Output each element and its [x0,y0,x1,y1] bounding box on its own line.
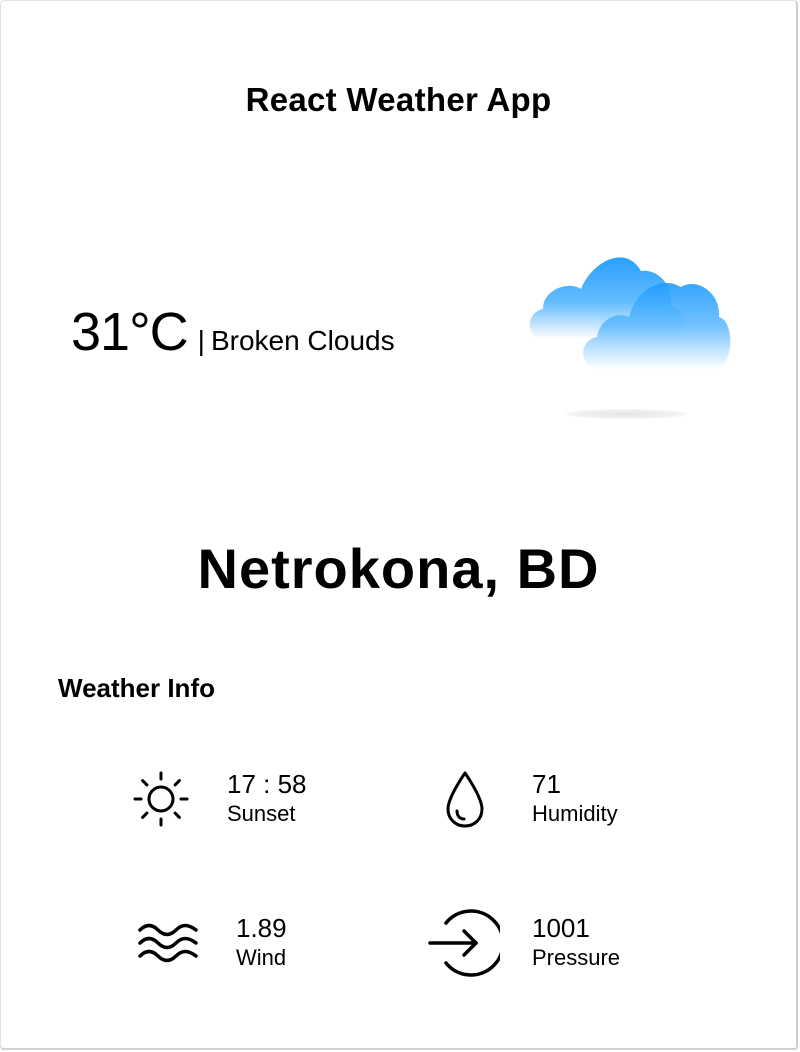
wind-waves-icon [136,911,200,975]
pressure-value: 1001 [532,913,590,943]
weather-card: React Weather App 31°C | Broken Clouds N… [0,0,798,1050]
sun-icon [129,767,193,831]
humidity-value: 71 [532,769,561,799]
temperature-separator: | [197,325,205,356]
broken-clouds-icon [521,241,731,426]
humidity-label: Humidity [532,801,618,826]
pressure-label: Pressure [532,945,621,970]
sunset-label: Sunset [227,801,296,826]
app-title: React Weather App [245,81,552,118]
wind-value: 1.89 [236,913,287,943]
info-item-sunset: 17 : 58 Sunset [129,767,307,831]
weather-description: Broken Clouds [210,325,395,356]
info-item-wind: 1.89 Wind [136,911,287,975]
sunset-value: 17 : 58 [227,769,307,799]
weather-info-title: Weather Info [58,673,215,703]
current-weather: 31°C | Broken Clouds [71,301,395,363]
pressure-arrow-icon [428,907,500,979]
info-item-humidity: 71 Humidity [433,767,618,831]
temperature: 31°C [71,302,189,362]
water-drop-icon [433,767,497,831]
city-name: Netrokona, BD [197,537,600,600]
wind-label: Wind [236,945,287,970]
info-item-pressure: 1001 Pressure [428,907,620,979]
